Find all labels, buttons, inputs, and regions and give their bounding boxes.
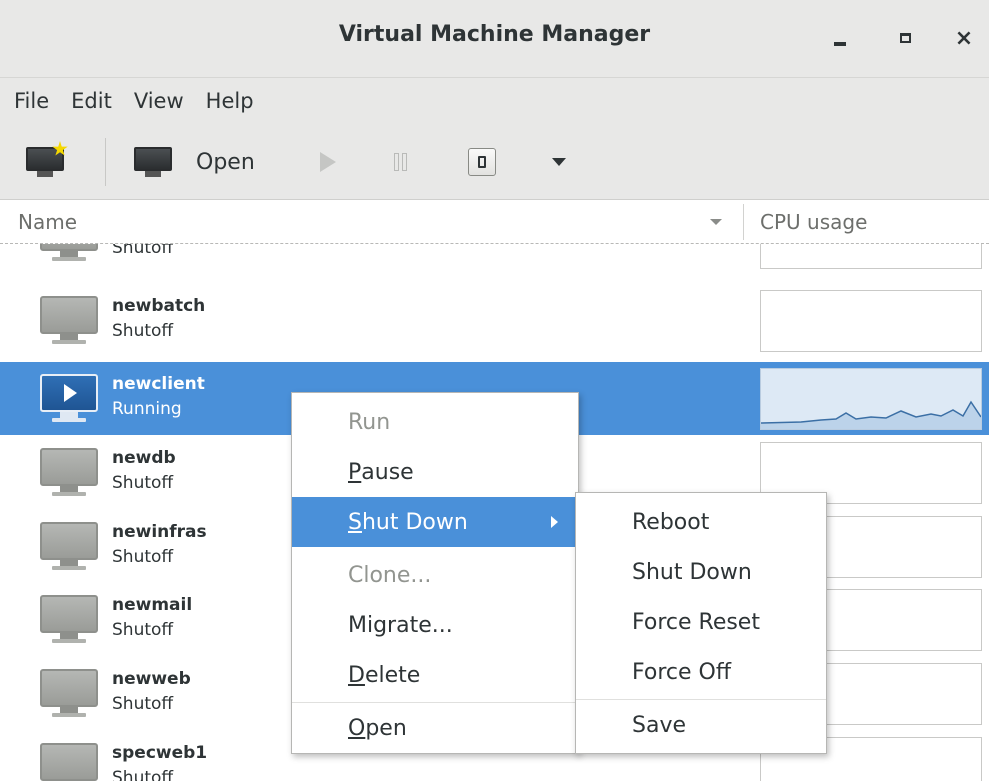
minimize-button[interactable] (822, 18, 858, 58)
sort-down-icon (710, 219, 722, 225)
open-button-label: Open (196, 149, 255, 175)
power-icon (468, 148, 496, 176)
vm-monitor-icon (40, 296, 98, 344)
menu-item-force-reset[interactable]: Force Reset (576, 597, 826, 647)
maximize-icon (899, 33, 911, 43)
menu-file[interactable]: File (14, 89, 49, 113)
menu-item-label: hut Down (361, 509, 468, 535)
menu-view[interactable]: View (134, 89, 184, 113)
vm-status: Shutoff (112, 768, 174, 781)
vm-name: specweb1 (112, 743, 208, 763)
vm-status: Shutoff (112, 620, 174, 640)
maximize-button[interactable] (887, 18, 923, 58)
accelerator-key: P (348, 459, 362, 485)
chevron-right-icon (551, 516, 558, 528)
vm-status: Shutoff (112, 547, 174, 567)
vm-row[interactable]: Shutoff (0, 244, 989, 274)
menu-item-label: ause (361, 459, 414, 485)
vm-status: Shutoff (112, 321, 174, 341)
vm-name: newweb (112, 669, 191, 689)
vm-monitor-icon (40, 669, 98, 717)
accelerator-key: D (348, 662, 365, 688)
vm-monitor-icon (40, 244, 98, 261)
new-vm-icon (26, 141, 68, 177)
vm-name: newbatch (112, 296, 206, 316)
vm-status: Shutoff (112, 473, 174, 493)
close-button[interactable]: × (946, 18, 982, 58)
menu-item-label: pen (365, 715, 407, 741)
vm-row[interactable]: newbatch Shutoff (0, 284, 989, 357)
toolbar: Open (0, 124, 989, 200)
monitor-icon (134, 147, 172, 177)
menu-edit[interactable]: Edit (71, 89, 112, 113)
menu-help[interactable]: Help (206, 89, 254, 113)
vm-name: newclient (112, 374, 205, 394)
toolbar-separator (105, 138, 106, 186)
shutdown-button[interactable] (468, 124, 496, 200)
menu-item-pause[interactable]: Pause (292, 447, 578, 497)
new-vm-button[interactable] (26, 124, 68, 200)
cpu-usage-graph (760, 244, 982, 269)
vm-name: newdb (112, 448, 176, 468)
shut-down-submenu: Reboot Shut Down Force Reset Force Off S… (575, 492, 827, 754)
shutdown-dropdown-button[interactable] (552, 124, 566, 200)
cpu-usage-graph (760, 290, 982, 352)
menu-bar: File Edit View Help (0, 78, 989, 124)
cpu-usage-graph (760, 368, 982, 430)
menu-item-open[interactable]: Open (292, 703, 578, 753)
vm-status: Running (112, 399, 182, 419)
vm-status: Shutoff (112, 244, 174, 258)
vm-status: Shutoff (112, 694, 174, 714)
vm-name: newinfras (112, 522, 207, 542)
cpu-sparkline (761, 400, 981, 429)
play-icon (320, 152, 336, 172)
run-button[interactable] (320, 124, 336, 200)
vm-monitor-icon (40, 743, 98, 781)
chevron-down-icon (552, 158, 566, 166)
minimize-icon (834, 42, 846, 46)
menu-item-delete[interactable]: Delete (292, 650, 578, 700)
menu-item-reboot[interactable]: Reboot (576, 497, 826, 547)
column-name-header[interactable]: Name (18, 210, 77, 234)
menu-item-force-off[interactable]: Force Off (576, 647, 826, 697)
menu-item-run[interactable]: Run (292, 397, 578, 447)
accelerator-key: O (348, 715, 366, 741)
menu-item-save[interactable]: Save (576, 700, 826, 750)
menu-item-migrate[interactable]: Migrate... (292, 600, 578, 650)
title-bar: Virtual Machine Manager × (0, 0, 989, 78)
vm-monitor-icon (40, 522, 98, 570)
accelerator-key: S (348, 509, 362, 535)
pause-button[interactable] (394, 124, 407, 200)
vm-running-icon (40, 374, 98, 422)
column-header: Name CPU usage (0, 200, 989, 244)
vm-monitor-icon (40, 448, 98, 496)
vm-monitor-icon (40, 595, 98, 643)
menu-item-shut-down-vm[interactable]: Shut Down (576, 547, 826, 597)
menu-item-shut-down[interactable]: Shut Down (292, 497, 578, 547)
menu-item-label: elete (364, 662, 421, 688)
column-cpu-header[interactable]: CPU usage (760, 210, 867, 234)
column-separator[interactable] (743, 204, 744, 240)
pause-icon (394, 153, 407, 171)
vm-context-menu: Run Pause Shut Down Clone... Migrate... … (291, 392, 579, 754)
menu-item-clone[interactable]: Clone... (292, 550, 578, 600)
vm-name: newmail (112, 595, 193, 615)
open-button[interactable]: Open (134, 124, 255, 200)
